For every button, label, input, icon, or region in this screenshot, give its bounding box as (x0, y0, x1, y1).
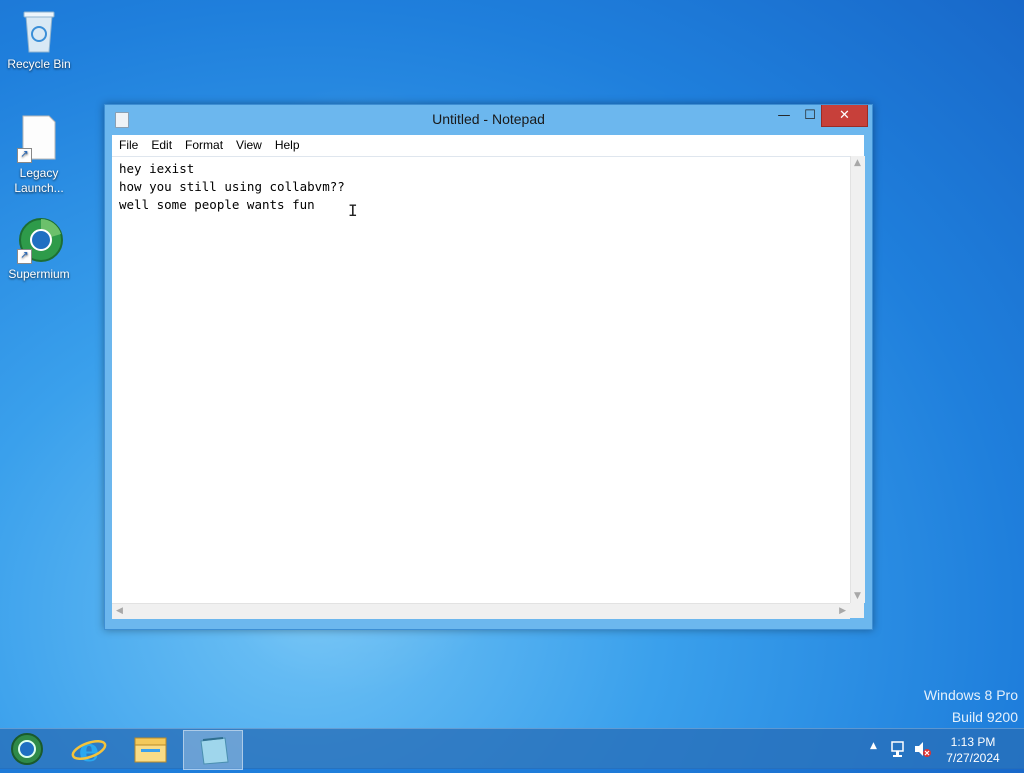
desktop-icon-recycle-bin[interactable]: Recycle Bin (1, 6, 77, 72)
scroll-up-icon[interactable]: ▲ (854, 158, 861, 168)
taskbar-notepad-button[interactable] (183, 730, 243, 770)
vertical-scrollbar[interactable]: ▲ ▼ (850, 156, 865, 603)
network-tray-button[interactable] (888, 729, 908, 769)
watermark-build: Build 9200 (951, 709, 1018, 725)
scroll-left-icon[interactable]: ◀ (116, 606, 123, 616)
shortcut-arrow-icon: ↗ (17, 249, 32, 264)
menu-format[interactable]: Format (178, 135, 229, 152)
windows-watermark: Windows 8 Pro Build 9200 (924, 684, 1018, 728)
window-title: Untitled - Notepad (432, 111, 545, 127)
chevron-up-icon: ▲ (870, 741, 877, 751)
scroll-down-icon[interactable]: ▼ (854, 591, 861, 601)
menu-file[interactable]: File (112, 135, 144, 152)
notepad-icon (200, 737, 229, 765)
minimize-button[interactable]: — (771, 105, 797, 126)
taskbar: e ▲ 1:13 PM 7/27/2024 (0, 728, 1024, 770)
desktop-icon-label: Supermium (8, 267, 70, 281)
supermium-icon (11, 733, 43, 765)
svg-text:e: e (79, 731, 99, 768)
maximize-button[interactable]: ☐ (797, 105, 823, 126)
scroll-right-icon[interactable]: ▶ (839, 606, 846, 616)
title-bar[interactable]: Untitled - Notepad — ☐ ✕ (105, 105, 872, 133)
notepad-window: Untitled - Notepad — ☐ ✕ File Edit Format V… (104, 104, 873, 630)
menu-edit[interactable]: Edit (144, 135, 178, 152)
supermium-icon: ↗ (17, 216, 63, 264)
desktop-icon-supermium[interactable]: ↗ Supermium (1, 216, 77, 282)
clock[interactable]: 1:13 PM 7/27/2024 (930, 734, 1016, 766)
taskbar-internet-explorer-button[interactable]: e (60, 730, 118, 769)
watermark-edition: Windows 8 Pro (923, 687, 1018, 703)
network-icon (891, 741, 904, 757)
internet-explorer-icon: e (71, 731, 107, 769)
text-cursor-icon: I (348, 201, 358, 220)
file-explorer-icon (134, 737, 167, 763)
file-icon: ↗ (17, 115, 61, 163)
menu-view[interactable]: View (229, 135, 268, 152)
taskbar-file-explorer-button[interactable] (121, 730, 179, 768)
desktop-icon-legacy-launcher[interactable]: ↗ Legacy Launch... (1, 115, 77, 196)
desktop-icon-label: Recycle Bin (7, 57, 71, 71)
volume-muted-icon (915, 742, 931, 757)
taskbar-supermium-button[interactable] (0, 730, 58, 768)
close-icon: ✕ (839, 108, 850, 123)
horizontal-scrollbar[interactable]: ◀ ▶ (112, 603, 850, 619)
menu-bar: File Edit Format View Help (112, 135, 864, 156)
scroll-corner (850, 603, 864, 618)
volume-tray-button[interactable] (912, 729, 932, 769)
close-button[interactable]: ✕ (821, 105, 868, 127)
minimize-icon: — (777, 108, 791, 123)
shortcut-arrow-icon: ↗ (17, 148, 32, 163)
desktop-icon-label: Legacy Launch... (14, 166, 64, 195)
text-editor[interactable]: hey iexist how you still using collabvm?… (112, 156, 850, 604)
editor-text[interactable]: hey iexist how you still using collabvm?… (119, 160, 345, 214)
clock-date: 7/27/2024 (946, 751, 1000, 765)
maximize-icon: ☐ (804, 108, 816, 123)
recycle-bin-icon (17, 6, 61, 54)
menu-help[interactable]: Help (268, 135, 306, 152)
clock-time: 1:13 PM (950, 735, 996, 749)
